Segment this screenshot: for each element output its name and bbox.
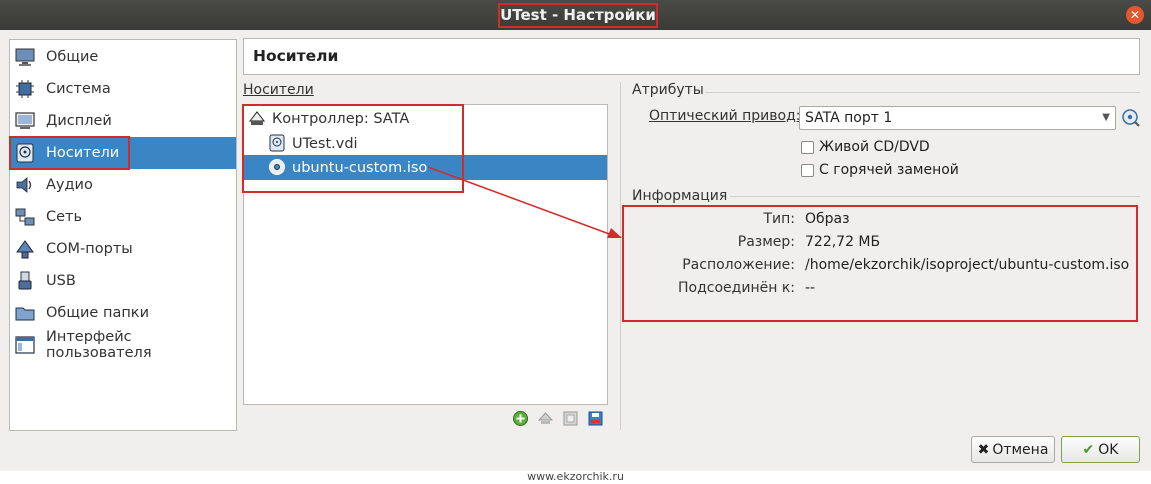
sidebar-item-label: COM-порты (46, 241, 133, 257)
monitor-icon (15, 48, 35, 66)
remove-attachment-icon[interactable] (537, 410, 554, 427)
sidebar-item-system[interactable]: Система (10, 73, 236, 105)
cancel-button[interactable]: ✖ Отмена (971, 436, 1055, 463)
sidebar-item-label: Носители (46, 145, 120, 161)
disk-icon (16, 143, 34, 163)
hard-disk-icon (269, 134, 285, 152)
chevron-down-icon: ▼ (1102, 112, 1110, 123)
chip-icon (16, 80, 34, 98)
sidebar-item-label: Аудио (46, 177, 93, 193)
tree-item-label: ubuntu-custom.iso (292, 159, 428, 176)
tree-item-controller[interactable]: Контроллер: SATA (244, 106, 607, 131)
sidebar-item-user-interface[interactable]: Интерфейс пользователя (10, 329, 236, 361)
panel-divider (620, 82, 621, 430)
info-type-key: Тип: (763, 211, 795, 227)
information-label: Информация (632, 188, 728, 204)
info-attached-value: -- (805, 280, 816, 296)
cancel-button-label: Отмена (992, 441, 1049, 458)
optical-disc-icon (269, 159, 285, 175)
sidebar-item-shared-folders[interactable]: Общие папки (10, 297, 236, 329)
optical-drive-select[interactable]: SATA порт 1 ▼ (799, 106, 1116, 130)
window-icon (15, 336, 35, 354)
sidebar-item-audio[interactable]: Аудио (10, 169, 236, 201)
choose-disc-icon[interactable] (1121, 108, 1141, 128)
attributes-separator (705, 92, 1140, 93)
remove-controller-icon[interactable] (587, 410, 604, 427)
sidebar-item-general[interactable]: Общие (10, 41, 236, 73)
close-icon: ✖ (977, 441, 990, 458)
sidebar-item-network[interactable]: Сеть (10, 201, 236, 233)
title-bar: UTest - Настройки ✕ (0, 0, 1151, 30)
watermark: www.ekzorchik.ru (0, 471, 1151, 484)
tree-item-hard-disk[interactable]: UTest.vdi (244, 131, 607, 156)
info-attached-key: Подсоединён к: (678, 280, 795, 296)
serial-port-icon (16, 240, 34, 259)
sidebar-item-label: USB (46, 273, 76, 289)
sidebar-item-label: Дисплей (46, 113, 112, 129)
sidebar-item-display[interactable]: Дисплей (10, 105, 236, 137)
add-attachment-icon[interactable] (512, 410, 529, 427)
storage-tree-label: Носители (243, 82, 314, 98)
live-cd-checkbox[interactable] (801, 141, 814, 154)
hotplug-checkbox[interactable] (801, 164, 814, 177)
ok-button[interactable]: ✔ OK (1061, 436, 1140, 463)
checkmark-icon: ✔ (1082, 441, 1095, 458)
hotplug-label: С горячей заменой (819, 162, 959, 178)
close-button[interactable]: ✕ (1126, 6, 1144, 24)
sidebar-item-com-ports[interactable]: COM-порты (10, 233, 236, 265)
sidebar-item-label: Общие (46, 49, 99, 65)
info-size-value: 722,72 МБ (805, 234, 881, 250)
settings-dialog: Общие Система Дисплей Носители Аудио Сет… (0, 30, 1151, 471)
usb-icon (18, 271, 32, 290)
tree-item-optical-disc[interactable]: ubuntu-custom.iso (244, 155, 607, 180)
page-title: Носители (243, 38, 1140, 75)
settings-sidebar: Общие Система Дисплей Носители Аудио Сет… (9, 39, 237, 431)
tree-item-label: UTest.vdi (292, 135, 358, 152)
sidebar-item-label: Сеть (46, 209, 83, 225)
info-location-key: Расположение: (682, 257, 795, 273)
optical-drive-label: Оптический привод: (649, 108, 801, 124)
storage-tree[interactable]: Контроллер: SATA UTest.vdi ubuntu-custom… (243, 104, 608, 405)
optical-drive-value: SATA порт 1 (805, 110, 893, 126)
info-location-value: /home/ekzorchik/isoproject/ubuntu-custom… (805, 257, 1130, 273)
folder-icon (15, 307, 35, 321)
controller-icon (248, 111, 266, 125)
live-cd-label: Живой CD/DVD (819, 139, 930, 155)
window-title: UTest - Настройки (498, 3, 658, 28)
display-icon (15, 112, 35, 129)
tree-item-label: Контроллер: SATA (272, 110, 410, 127)
info-type-value: Образ (805, 211, 850, 227)
ok-button-label: OK (1098, 441, 1119, 458)
sidebar-item-label: Интерфейс пользователя (46, 329, 152, 361)
network-icon (15, 208, 35, 226)
information-separator (730, 196, 1140, 197)
sidebar-item-usb[interactable]: USB (10, 265, 236, 297)
attributes-label: Атрибуты (632, 82, 704, 98)
speaker-icon (16, 177, 32, 193)
sidebar-item-storage[interactable]: Носители (10, 137, 236, 169)
sidebar-item-label: Система (46, 81, 111, 97)
sidebar-item-label: Общие папки (46, 305, 149, 321)
add-controller-icon[interactable] (562, 410, 579, 427)
info-size-key: Размер: (737, 234, 795, 250)
